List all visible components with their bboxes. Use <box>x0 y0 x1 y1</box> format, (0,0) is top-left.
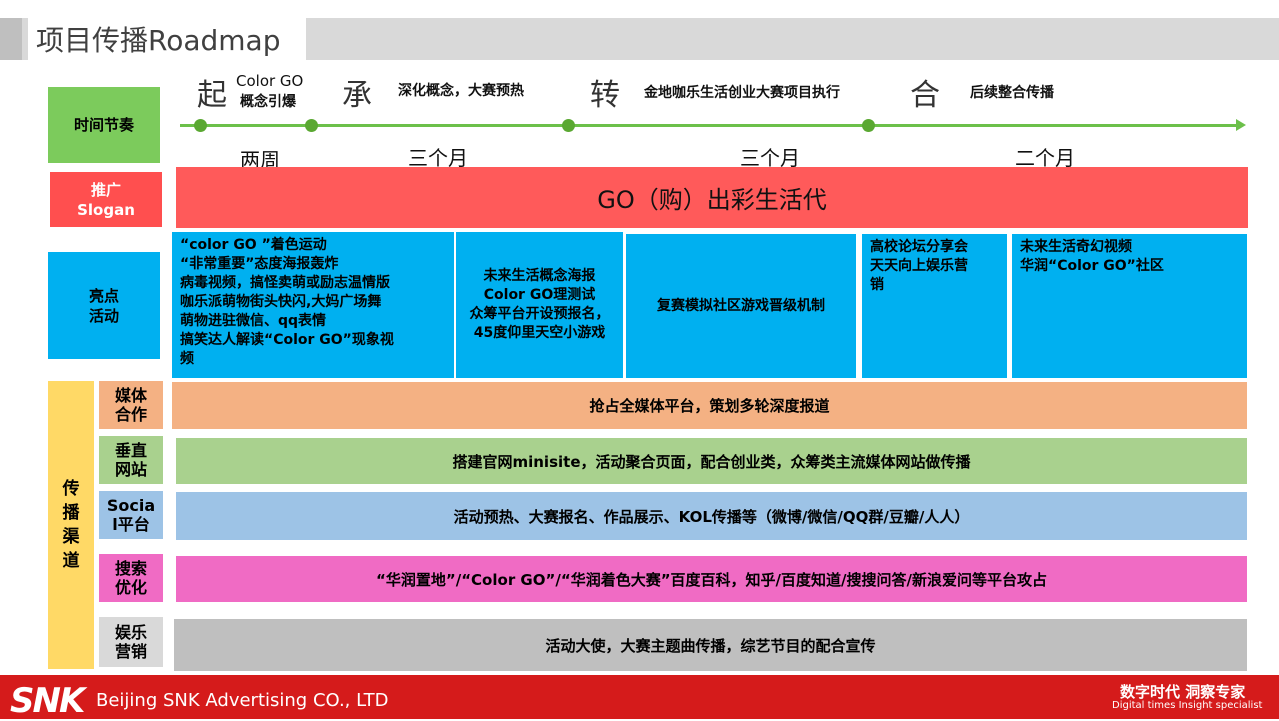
channel-label-line: 合作 <box>114 405 147 424</box>
highlight-box-3: 复赛模拟社区游戏晋级机制 <box>626 234 856 378</box>
phase-text-zhuan: 金地咖乐生活创业大赛项目执行 <box>644 85 840 101</box>
timeline-dot <box>305 119 318 132</box>
highlight-line: 复赛模拟社区游戏晋级机制 <box>657 297 825 314</box>
channel-label-line: 营销 <box>114 642 147 661</box>
phase-text-cheng: 深化概念，大赛预热 <box>398 83 524 99</box>
highlight-line: “color GO ”着色运动 <box>180 237 327 253</box>
channel-label-line: Socia <box>106 496 156 515</box>
footer-slogan-en: Digital times Insight specialist <box>1112 700 1263 711</box>
highlight-line: 高校论坛分享会 <box>870 239 968 255</box>
timeline-dot <box>194 119 207 132</box>
highlight-box-5: 未来生活奇幻视频 华润“Color GO”社区 <box>1012 234 1247 378</box>
page-title: 项目传播Roadmap <box>28 18 306 60</box>
timeline-dot <box>862 119 875 132</box>
label-time-rhythm: 时间节奏 <box>48 87 160 163</box>
highlight-line: 未来生活概念海报 <box>483 268 596 284</box>
highlight-box-4: 高校论坛分享会 天天向上娱乐营 销 <box>862 234 1007 378</box>
phase-text-qi-line1: Color GO <box>236 72 304 90</box>
channel-bar-media: 抢占全媒体平台，策划多轮深度报道 <box>172 382 1247 429</box>
label-slogan-line1: 推广 <box>90 180 121 199</box>
timeline-line <box>180 124 1240 127</box>
highlight-line: Color GO理测试 <box>483 287 596 303</box>
highlight-line: 天天向上娱乐营 <box>870 258 968 274</box>
channel-label-social: Socia l平台 <box>99 491 163 539</box>
highlight-line: 频 <box>180 351 194 367</box>
slogan-bar: GO（购）出彩生活代 <box>176 167 1248 228</box>
channel-bar-entertainment: 活动大使，大赛主题曲传播，综艺节目的配合宣传 <box>174 619 1247 671</box>
channel-label-line: 优化 <box>114 578 147 597</box>
footer-slogan-cn: 数字时代 洞察专家 <box>1120 683 1246 701</box>
label-channels: 传 播 渠 道 <box>48 381 94 669</box>
channel-label-line: 媒体 <box>114 386 147 405</box>
label-channels-char: 传 <box>62 479 80 499</box>
highlight-line: 众筹平台开设预报名， <box>469 306 610 322</box>
label-highlights-line2: 活动 <box>88 306 119 325</box>
highlight-line: 45度仰里天空小游戏 <box>473 325 606 341</box>
highlight-line: 咖乐派萌物街头快闪,大妈广场舞 <box>180 294 382 310</box>
label-channels-char: 播 <box>62 503 80 523</box>
channel-label-line: l平台 <box>112 515 150 534</box>
highlight-box-1: “color GO ”着色运动 “非常重要”态度海报轰炸 病毒视频，搞怪卖萌或励… <box>172 232 454 378</box>
channel-bar-vertical: 搭建官网minisite，活动聚合页面，配合创业类，众筹类主流媒体网站做传播 <box>176 438 1247 484</box>
label-slogan-line2: Slogan <box>77 200 135 219</box>
phase-text-he: 后续整合传播 <box>970 85 1054 101</box>
company-name: Beijing SNK Advertising CO., LTD <box>96 690 389 711</box>
highlight-line: 病毒视频，搞怪卖萌或励志温情版 <box>180 275 390 291</box>
label-highlights-line1: 亮点 <box>88 286 119 305</box>
highlight-line: 搞笑达人解读“Color GO”现象视 <box>180 332 394 348</box>
highlight-line: 销 <box>870 277 884 293</box>
label-channels-char: 道 <box>62 551 80 571</box>
highlight-box-2: 未来生活概念海报 Color GO理测试 众筹平台开设预报名， 45度仰里天空小… <box>456 232 623 378</box>
highlight-line: 华润“Color GO”社区 <box>1020 258 1164 274</box>
highlight-line: 未来生活奇幻视频 <box>1020 239 1132 255</box>
highlight-line: “非常重要”态度海报轰炸 <box>180 256 339 272</box>
phase-char-he: 合 <box>910 78 940 113</box>
channel-label-line: 娱乐 <box>114 623 147 642</box>
channel-label-media: 媒体 合作 <box>99 381 163 429</box>
channel-label-vertical: 垂直 网站 <box>99 436 163 484</box>
channel-label-line: 网站 <box>114 460 147 479</box>
label-slogan: 推广 Slogan <box>50 172 162 227</box>
channel-bar-search: “华润置地”/“Color GO”/“华润着色大赛”百度百科，知乎/百度知道/搜… <box>176 556 1247 602</box>
channel-label-entertainment: 娱乐 营销 <box>99 617 163 667</box>
label-channels-char: 渠 <box>62 527 80 547</box>
channel-label-search: 搜索 优化 <box>99 554 163 602</box>
phase-text-qi-line2: 概念引爆 <box>240 94 296 110</box>
snk-logo: SNK <box>10 681 85 721</box>
timeline-arrow-icon <box>1236 119 1246 131</box>
phase-char-cheng: 承 <box>342 78 372 113</box>
channel-label-line: 搜索 <box>114 559 147 578</box>
channel-label-line: 垂直 <box>114 441 147 460</box>
channel-bar-social: 活动预热、大赛报名、作品展示、KOL传播等（微博/微信/QQ群/豆瓣/人人） <box>176 492 1247 540</box>
header-accent-stripe <box>0 18 22 60</box>
phase-char-qi: 起 <box>197 78 227 113</box>
phase-char-zhuan: 转 <box>590 78 620 113</box>
label-highlights: 亮点 活动 <box>48 252 160 359</box>
highlight-line: 萌物进驻微信、qq表情 <box>180 313 327 329</box>
timeline-dot <box>562 119 575 132</box>
